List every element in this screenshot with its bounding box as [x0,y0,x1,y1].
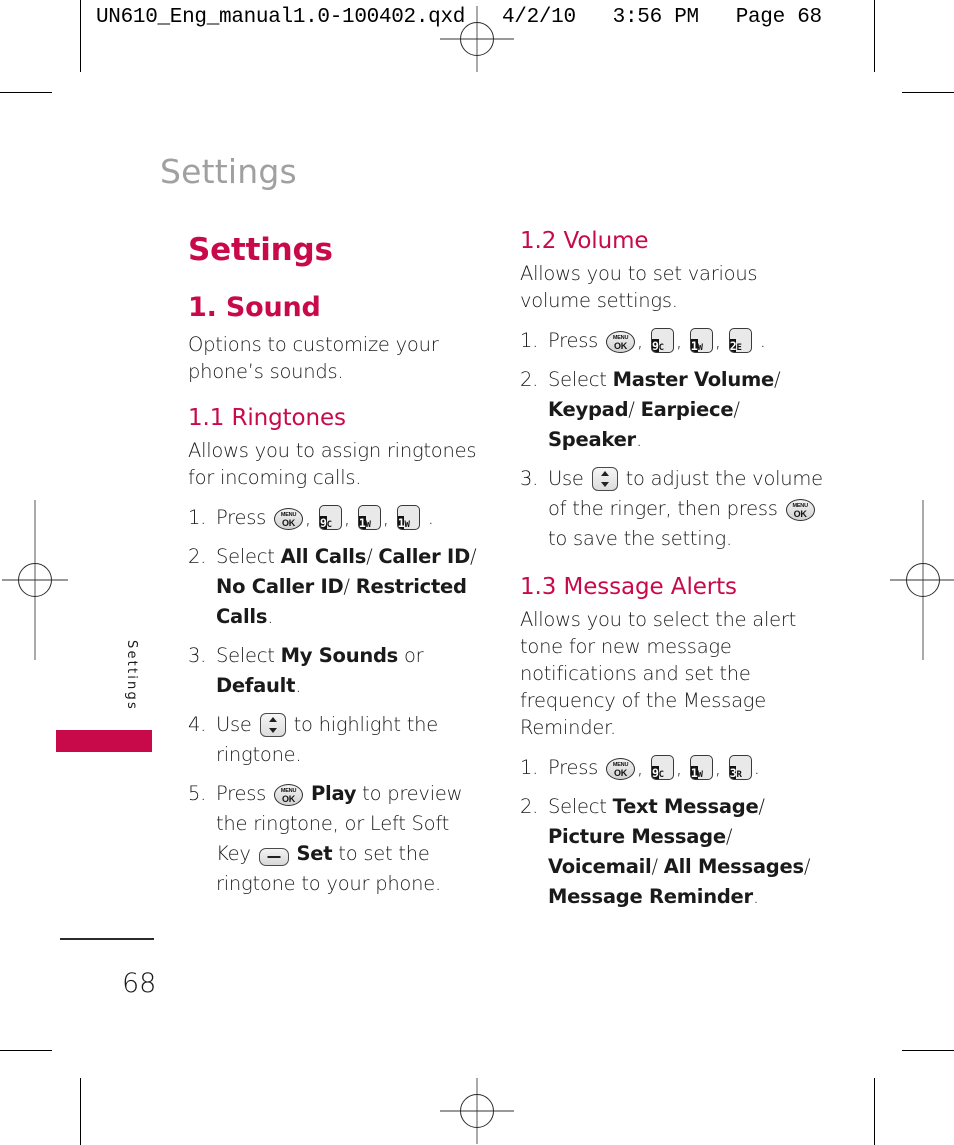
step-item: 2. Select Master Volume/ Keypad/ Earpiece… [520,365,830,455]
step-item: 2. Select All Calls/ Caller ID/ No Caller… [188,542,488,632]
crop-mark-right-top-horizontal [902,92,954,93]
step-number: 1. [520,329,539,352]
menu-option-label: Message Reminder [548,885,753,908]
side-tab-bar [56,730,152,752]
step-item: 4. Use to highlight the ringtone. [188,710,488,770]
menu-option-label: Picture Message [548,825,726,848]
subsection-volume: 1.2 Volume Allows you to set various vol… [520,228,830,554]
keypad-key-1-icon: 1W [689,755,713,780]
steps-list-message-alerts: 1. Press MENU OK, 9C, 1W, 3R. 2. Select Text… [520,753,830,912]
keypad-key-9-icon: 9C [318,505,342,530]
menu-option-label: No Caller ID [216,575,344,598]
subsection-heading-message-alerts: 1.3 Message Alerts [520,574,737,600]
menu-option-label: Earpiece [640,398,734,421]
left-soft-key-icon [258,848,289,866]
manual-page: UN610_Eng_manual1.0-100402.qxd 4/2/10 3:… [0,0,954,1145]
keypad-key-1-icon: 1W [396,505,420,530]
menu-ok-key-icon: MENU OK [274,508,304,530]
subsection-intro-message-alerts: Allows you to select the alert tone for … [520,608,797,739]
menu-option-label: Play [310,782,357,805]
keypad-key-3-icon: 3R [728,755,752,780]
crop-mark-bottom-right-vertical [874,1078,875,1145]
step-item: 1. Press MENU OK, 9C, 1W, 3R. [520,753,830,783]
running-head: Settings [160,152,297,191]
menu-option-label: Text Message [612,795,759,818]
crop-mark-top-right-vertical [874,0,875,72]
keypad-key-1-icon: 1W [689,328,713,353]
step-number: 1. [520,756,539,779]
menu-option-label: Keypad [548,398,629,421]
step-number: 2. [520,795,539,818]
menu-option-label: All Calls [280,545,367,568]
keypad-key-2-icon: 2E [728,328,752,353]
step-item: 3. Select My Sounds or Default. [188,641,488,701]
registration-mark-right-middle [890,500,954,660]
crop-mark-left-top-horizontal [0,92,52,93]
menu-option-label: Caller ID [378,545,471,568]
step-item: 2. Select Text Message/ Picture Message/ … [520,792,830,912]
menu-option-label: Voicemail [548,855,652,878]
menu-ok-key-icon: MENU OK [785,499,815,521]
menu-option-label: My Sounds [280,644,399,667]
step-number: 2. [188,545,207,568]
step-number: 4. [188,713,207,736]
menu-option-label: Master Volume [612,368,775,391]
menu-option-label: All Messages [663,855,804,878]
step-number: 2. [520,368,539,391]
page-number: 68 [122,968,157,999]
step-number: 1. [188,506,207,529]
menu-option-label: Speaker [548,428,636,451]
subsection-heading-volume: 1.2 Volume [520,228,649,254]
proof-header-text: UN610_Eng_manual1.0-100402.qxd 4/2/10 3:… [96,6,822,29]
step-item: 5. Press MENU OK Play to preview the ringt… [188,779,488,899]
subsection-intro-volume: Allows you to set various volume setting… [520,262,758,312]
keypad-key-9-icon: 9C [650,755,674,780]
subsection-message-alerts: 1.3 Message Alerts Allows you to select … [520,574,830,912]
step-item: 1. Press MENU OK, 9C, 1W, 1W . [188,503,488,533]
keypad-key-9-icon: 9C [650,328,674,353]
registration-mark-left-middle [2,500,68,660]
step-number: 3. [188,644,207,667]
steps-list-ringtones: 1. Press MENU OK, 9C, 1W, 1W . 2. Select All… [188,503,488,899]
menu-ok-key-icon: MENU OK [606,331,636,353]
right-column: 1.2 Volume Allows you to set various vol… [520,228,830,921]
navigation-key-icon [259,713,286,737]
navigation-key-icon [591,467,618,491]
step-item: 3. Use to adjust the volume of the ringer… [520,464,830,554]
left-column: Settings 1. Sound Options to customize y… [188,228,488,908]
registration-mark-bottom-center [440,1078,514,1144]
menu-ok-key-icon: MENU OK [606,758,636,780]
crop-mark-top-left-vertical [80,0,81,72]
keypad-key-1-icon: 1W [357,505,381,530]
crop-mark-bottom-left-vertical [80,1078,81,1145]
step-number: 3. [520,467,539,490]
crop-mark-right-bottom-horizontal [902,1050,954,1051]
footer-rule [60,938,154,940]
section-heading-sound: 1. Sound [188,292,321,323]
step-number: 5. [188,782,207,805]
subsection-heading-ringtones: 1.1 Ringtones [188,405,346,431]
menu-option-label: Default [216,674,296,697]
step-item: 1. Press MENU OK, 9C, 1W, 2E . [520,326,830,356]
side-tab-label: Settings [124,640,139,711]
menu-ok-key-icon: MENU OK [274,784,304,806]
subsection-intro-ringtones: Allows you to assign ringtones for incom… [188,439,477,489]
menu-option-label: Set [296,842,333,865]
steps-list-volume: 1. Press MENU OK, 9C, 1W, 2E . 2. Select Mas… [520,326,830,554]
section-intro-sound: Options to customize your phone’s sounds… [188,333,439,383]
page-title: Settings [188,232,333,268]
crop-mark-left-bottom-horizontal [0,1050,52,1051]
